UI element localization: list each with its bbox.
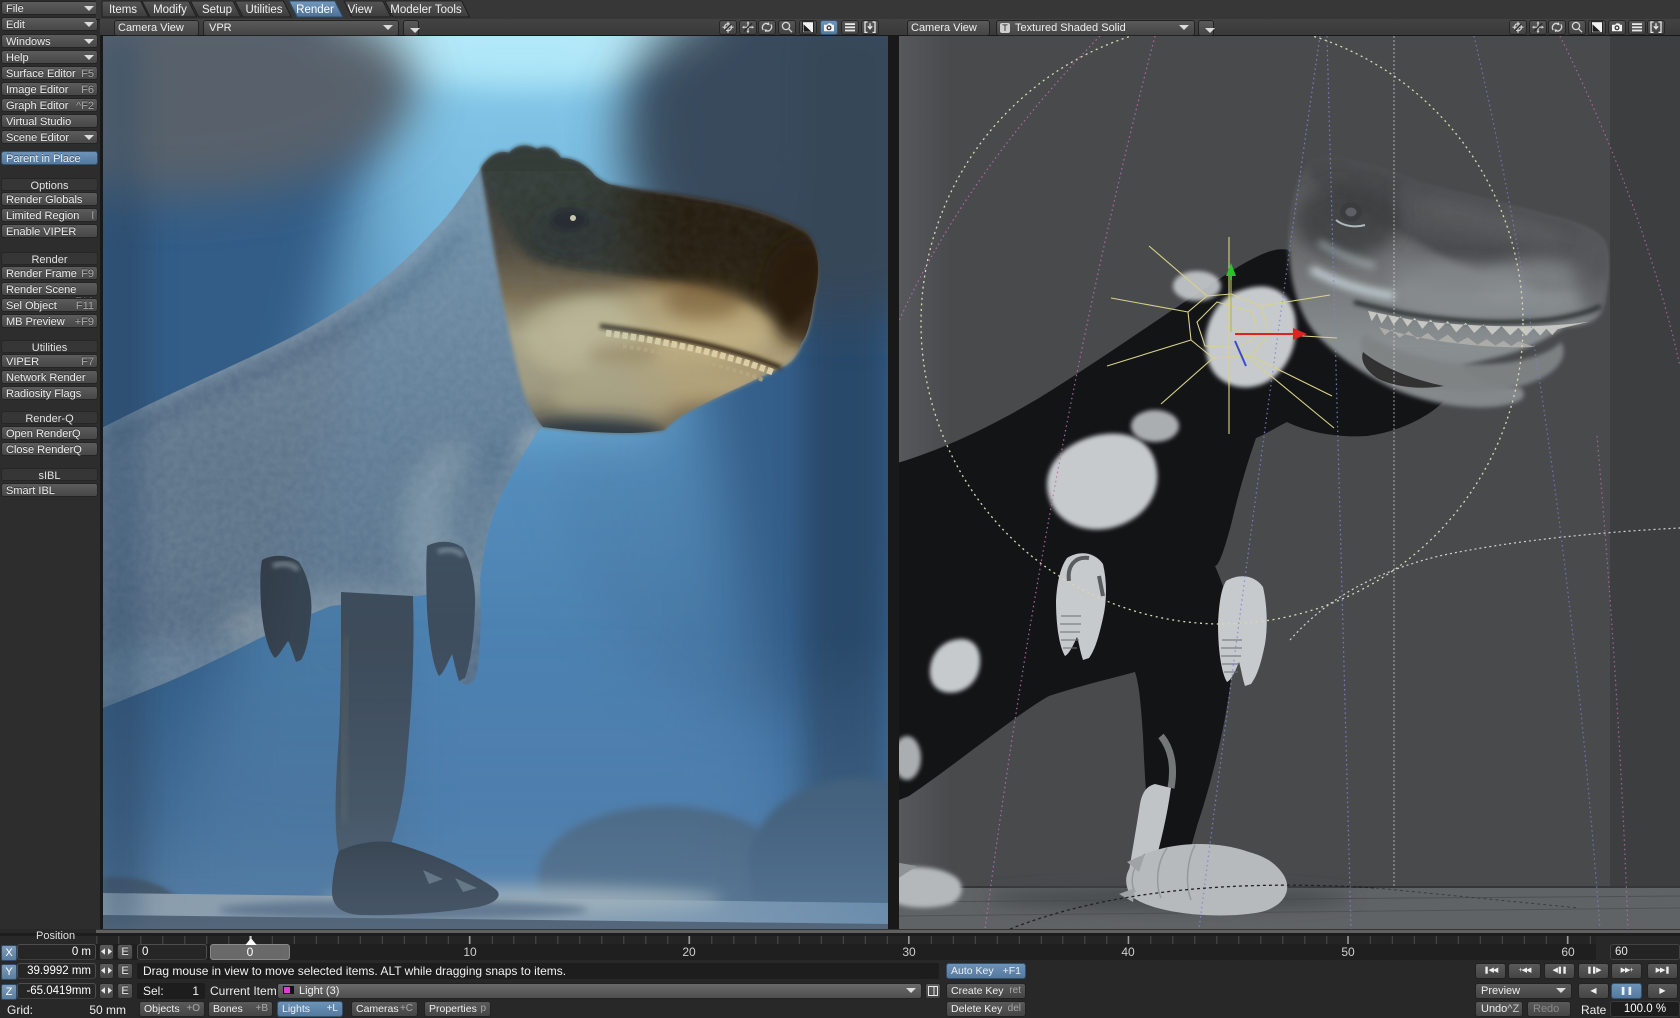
svg-text:View: View: [348, 4, 373, 16]
svg-text:Modify: Modify: [153, 4, 187, 16]
svg-text:Utilities: Utilities: [245, 4, 282, 16]
svg-text:Render: Render: [296, 4, 334, 16]
svg-text:Setup: Setup: [202, 4, 232, 16]
svg-text:Items: Items: [109, 4, 137, 16]
svg-text:Modeler Tools: Modeler Tools: [390, 4, 462, 16]
